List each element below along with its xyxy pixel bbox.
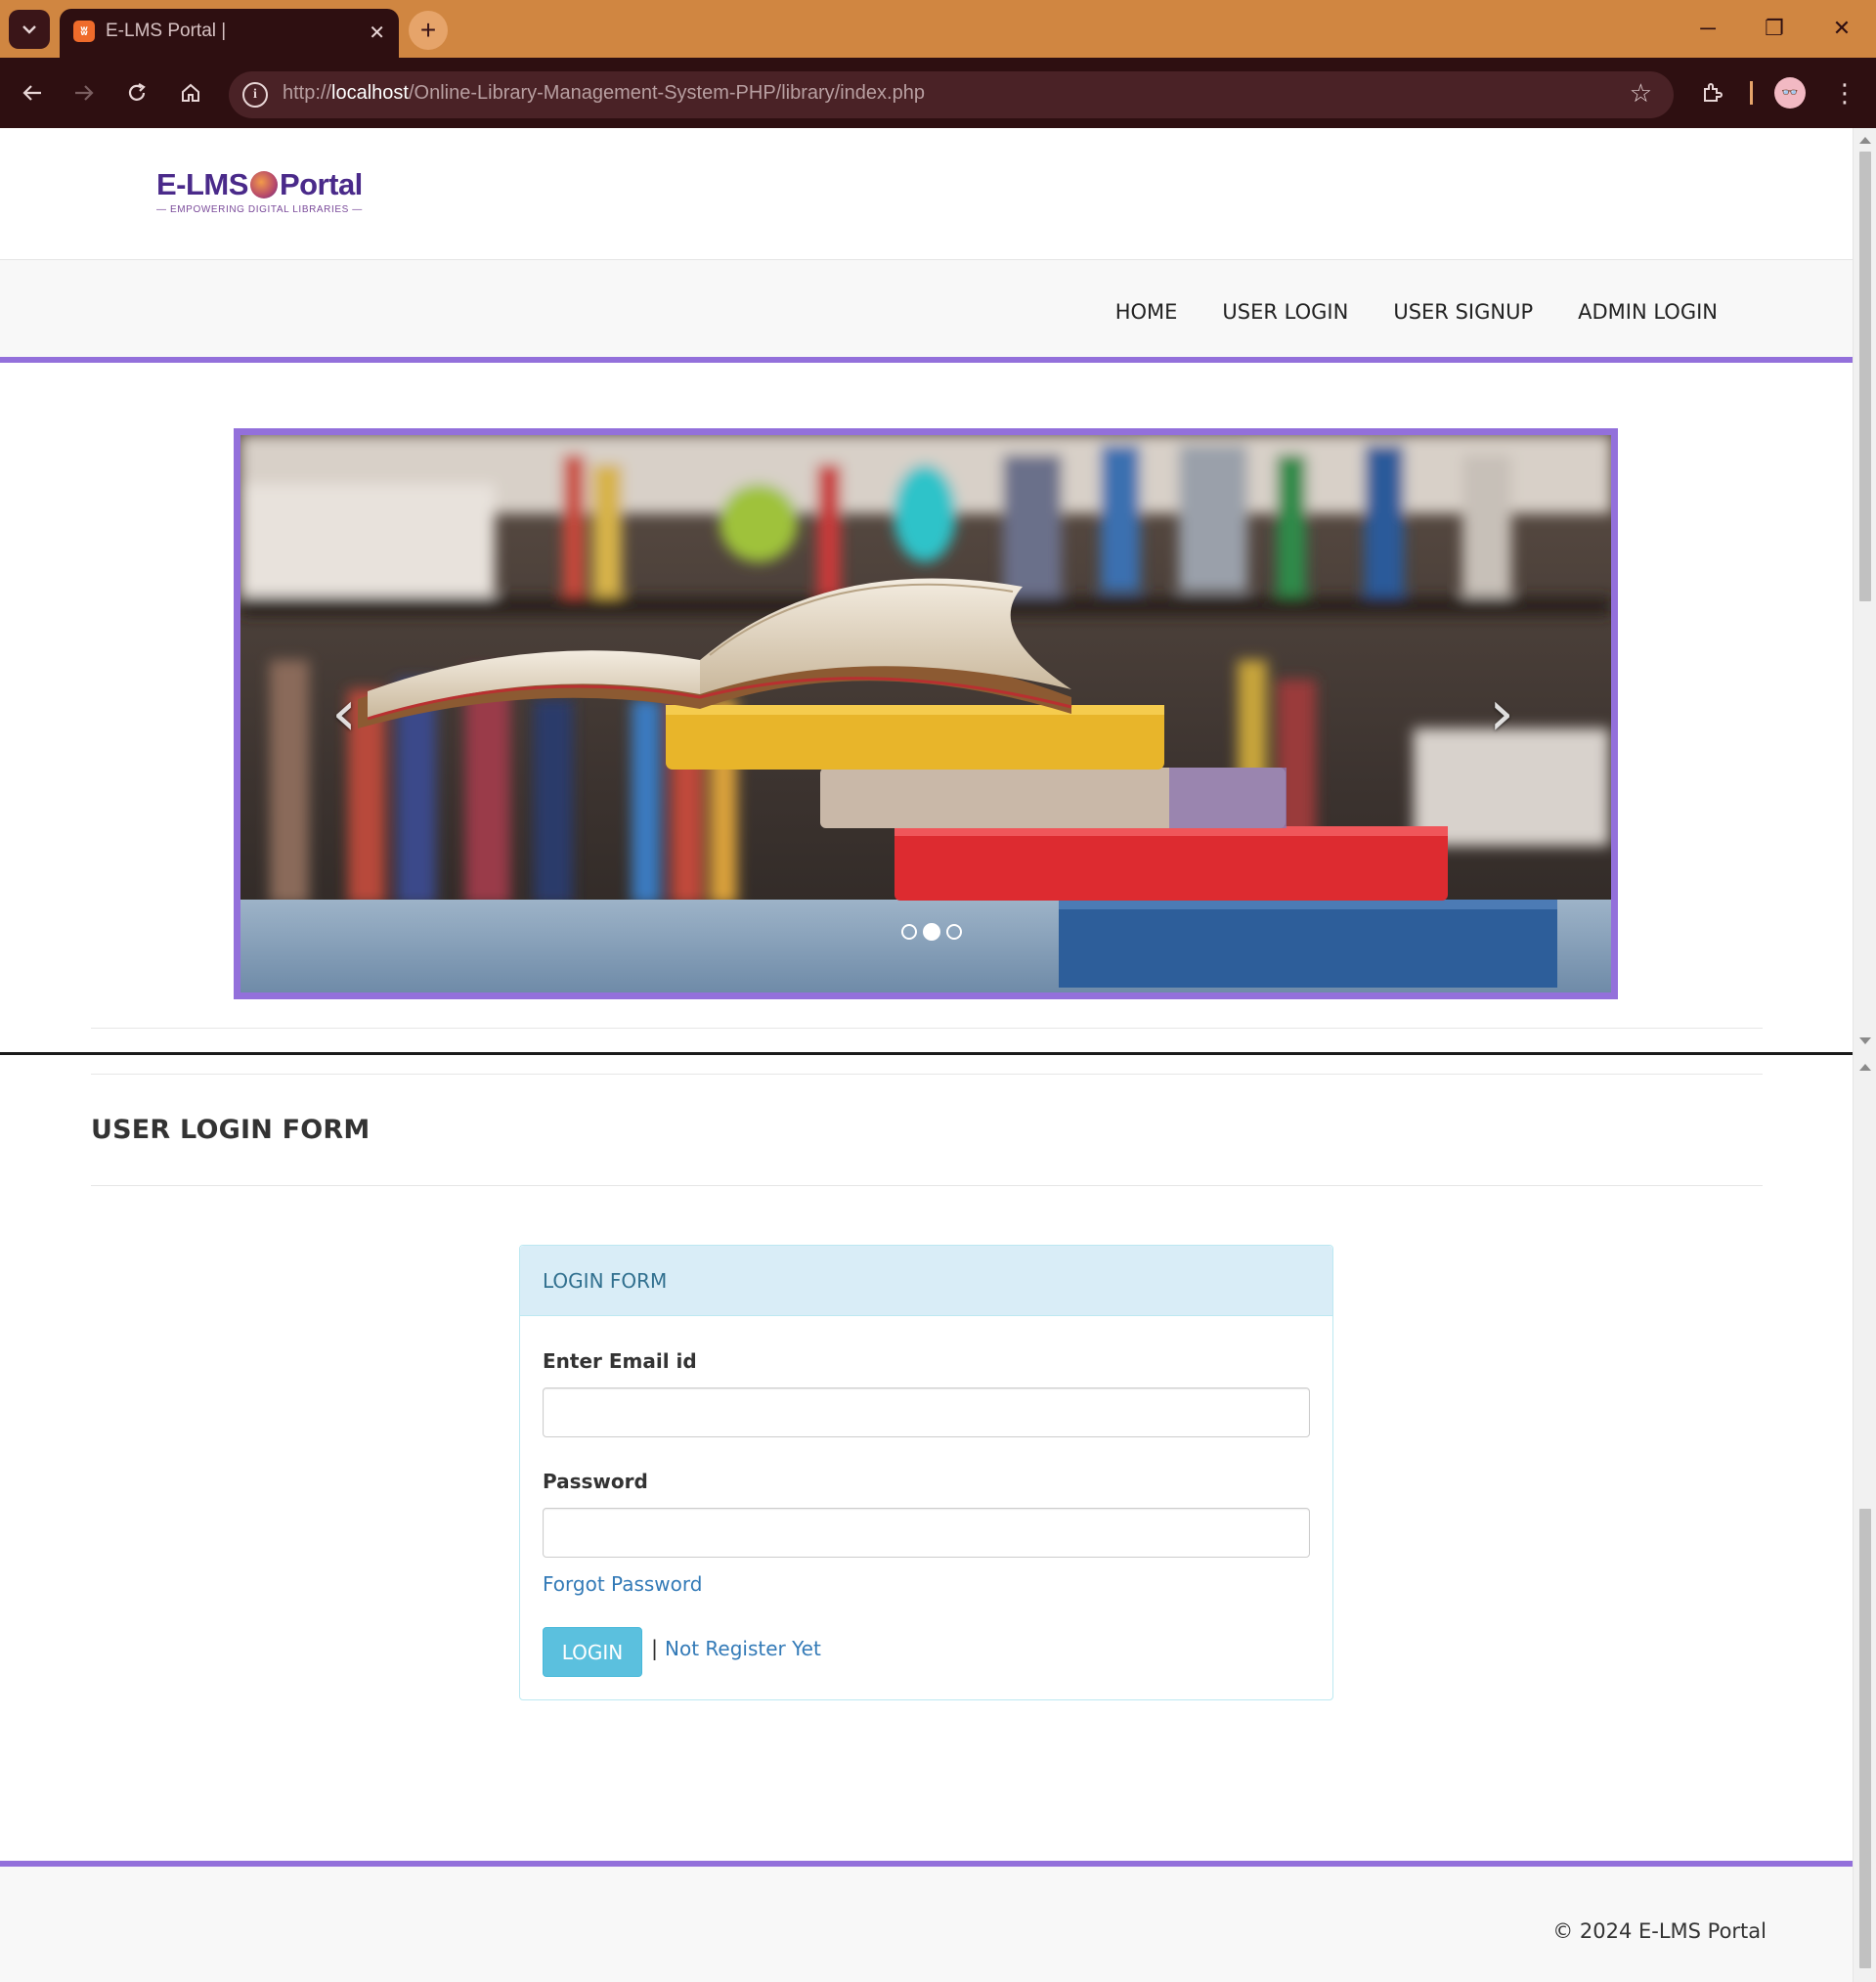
panel-title: LOGIN FORM	[520, 1246, 1332, 1316]
carousel-slide-image	[240, 435, 1611, 992]
carousel-dot-3[interactable]	[946, 924, 962, 940]
profile-avatar-icon[interactable]: 👓	[1774, 77, 1806, 109]
back-icon[interactable]	[13, 73, 52, 112]
home-icon[interactable]	[171, 73, 210, 112]
email-label: Enter Email id	[543, 1349, 697, 1373]
scroll-up-icon[interactable]	[1859, 137, 1871, 144]
password-field[interactable]	[543, 1508, 1310, 1558]
forward-icon[interactable]	[65, 73, 104, 112]
copyright-text: © 2024 E-LMS Portal	[1552, 1919, 1767, 1943]
carousel-next-icon[interactable]: ›	[1482, 678, 1521, 750]
address-bar[interactable]: i http://localhost/Online-Library-Manage…	[229, 71, 1674, 118]
carousel-dot-2[interactable]	[923, 923, 940, 941]
tab-search-button[interactable]	[9, 10, 50, 49]
nav-home[interactable]: HOME	[1093, 300, 1200, 324]
image-carousel: ‹ ›	[234, 428, 1618, 999]
split-view-divider	[0, 1052, 1853, 1055]
close-window-button[interactable]: ✕	[1817, 10, 1866, 47]
reload-icon[interactable]	[117, 73, 156, 112]
nav-admin-login[interactable]: ADMIN LOGIN	[1555, 300, 1740, 324]
logo-gem-icon	[249, 171, 278, 198]
main-navbar: HOME USER LOGIN USER SIGNUP ADMIN LOGIN	[0, 260, 1853, 363]
nav-user-login[interactable]: USER LOGIN	[1200, 300, 1371, 324]
email-field[interactable]	[543, 1387, 1310, 1437]
divider	[91, 1028, 1763, 1029]
forgot-password-link[interactable]: Forgot Password	[543, 1572, 702, 1596]
browser-tab-active[interactable]: ʬ E-LMS Portal | ✕	[60, 9, 399, 58]
nav-user-signup[interactable]: USER SIGNUP	[1371, 300, 1555, 324]
toolbar-separator	[1750, 81, 1753, 105]
login-button[interactable]: LOGIN	[543, 1627, 642, 1677]
scroll-up-icon[interactable]	[1859, 1064, 1871, 1071]
carousel-indicators	[901, 923, 962, 941]
logo-text-left: E-LMS	[156, 167, 248, 201]
scrollbar-thumb[interactable]	[1859, 1509, 1871, 1968]
bookmark-star-icon[interactable]: ☆	[1630, 79, 1652, 109]
xampp-favicon-icon: ʬ	[73, 21, 95, 42]
carousel-prev-icon[interactable]: ‹	[325, 678, 364, 750]
site-footer: © 2024 E-LMS Portal	[0, 1861, 1853, 1982]
minimize-button[interactable]: ─	[1683, 10, 1732, 47]
scrollbar-thumb[interactable]	[1859, 152, 1871, 601]
logo-tagline: — EMPOWERING DIGITAL LIBRARIES —	[156, 204, 363, 215]
page-scrollbar[interactable]	[1853, 128, 1876, 1982]
site-info-icon[interactable]: i	[242, 82, 268, 108]
divider	[91, 1074, 1763, 1075]
tab-close-icon[interactable]: ✕	[369, 21, 385, 45]
tab-title: E-LMS Portal |	[106, 21, 227, 41]
url-text: http://localhost/Online-Library-Manageme…	[283, 82, 925, 104]
extensions-icon[interactable]	[1695, 75, 1730, 110]
nav-menu: HOME USER LOGIN USER SIGNUP ADMIN LOGIN	[1093, 260, 1740, 363]
browser-tab-strip: ʬ E-LMS Portal | ✕ + ─ ❐ ✕	[0, 0, 1876, 58]
password-label: Password	[543, 1470, 648, 1493]
site-logo[interactable]: E-LMS Portal — EMPOWERING DIGITAL LIBRARI…	[156, 167, 363, 215]
new-tab-button[interactable]: +	[409, 11, 448, 50]
browser-toolbar: i http://localhost/Online-Library-Manage…	[0, 58, 1876, 128]
page-title: USER LOGIN FORM	[91, 1115, 371, 1145]
carousel-dot-1[interactable]	[901, 924, 917, 940]
chevron-down-icon	[22, 25, 36, 34]
logo-text-right: Portal	[279, 167, 363, 201]
menu-icon[interactable]: ⋮	[1830, 74, 1859, 113]
divider	[91, 1185, 1763, 1186]
scroll-down-icon[interactable]	[1859, 1037, 1871, 1044]
site-header: E-LMS Portal — EMPOWERING DIGITAL LIBRARI…	[0, 128, 1853, 260]
restore-button[interactable]: ❐	[1750, 10, 1799, 47]
login-panel: LOGIN FORM Enter Email id Password Forgo…	[519, 1245, 1333, 1700]
link-separator: |	[651, 1637, 659, 1660]
register-link[interactable]: Not Register Yet	[665, 1637, 821, 1660]
